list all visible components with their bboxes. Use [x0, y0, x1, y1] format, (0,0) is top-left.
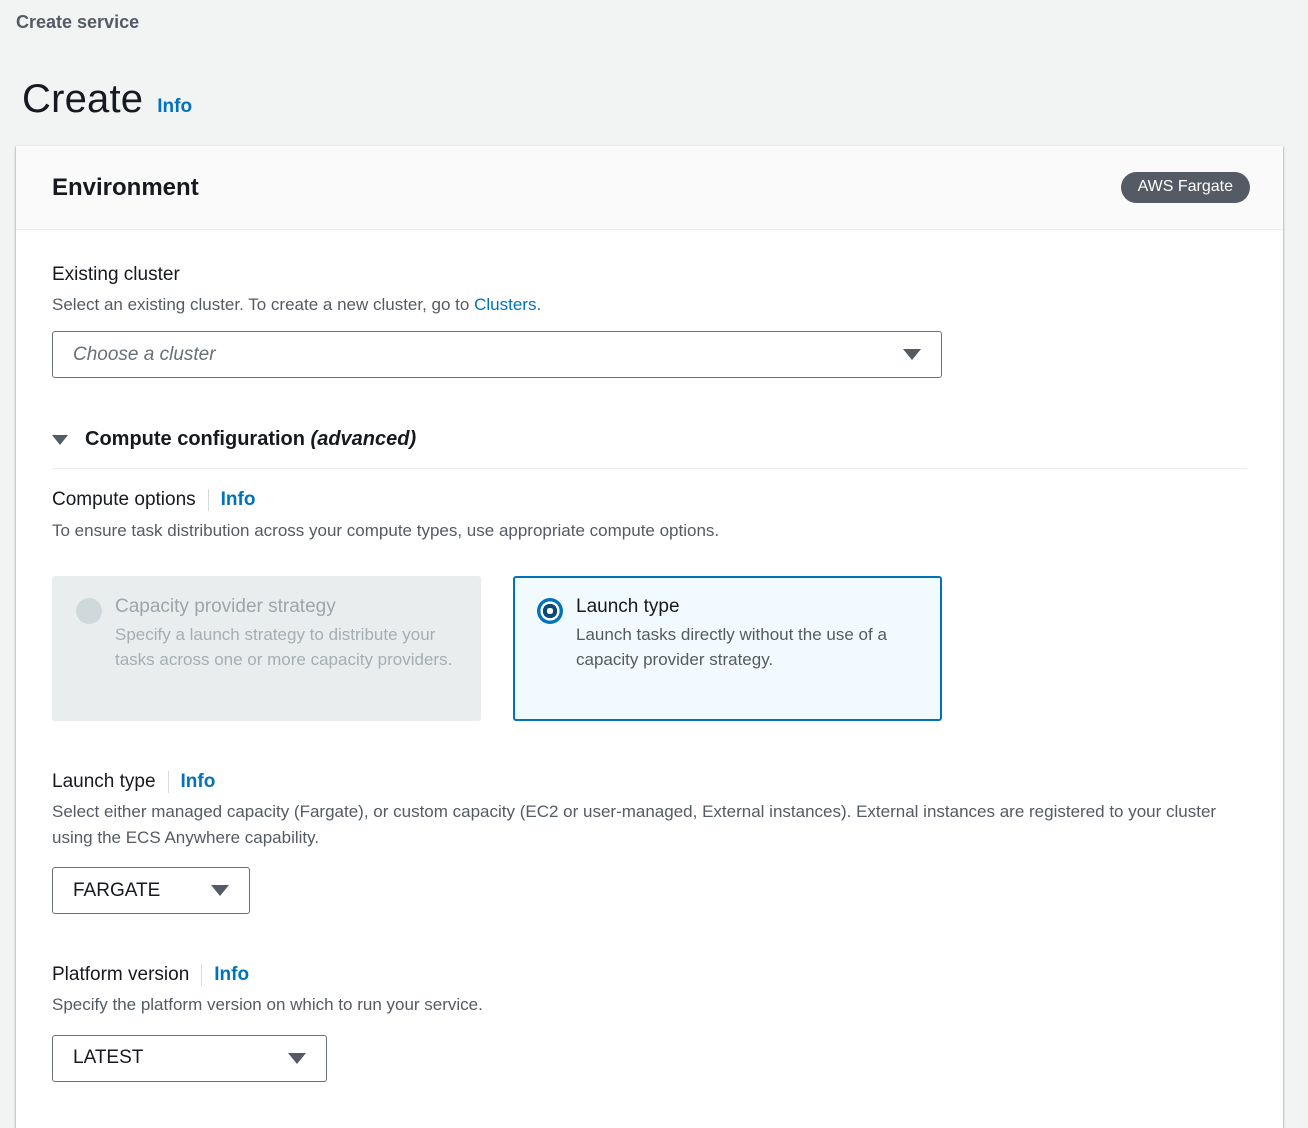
label-divider [168, 771, 169, 793]
chevron-down-icon [211, 885, 229, 896]
launch-type-info-link[interactable]: Info [181, 771, 216, 793]
compute-configuration-section: Compute configuration (advanced) Compute… [52, 428, 1247, 1081]
compute-options-description: To ensure task distribution across your … [52, 518, 1247, 544]
launch-type-label: Launch type [52, 771, 156, 793]
page-title: Create [22, 77, 143, 122]
existing-cluster-description-period: . [536, 295, 541, 314]
launch-type-label-row: Launch type Info [52, 771, 1247, 793]
compute-options-tiles: Capacity provider strategy Specify a lau… [52, 576, 1247, 721]
launch-type-select[interactable]: FARGATE [52, 867, 250, 914]
disclosure-triangle-icon [52, 435, 68, 445]
environment-panel-body: Existing cluster Select an existing clus… [16, 230, 1283, 1128]
compute-configuration-toggle[interactable]: Compute configuration (advanced) [52, 428, 1247, 451]
environment-heading: Environment [52, 174, 199, 202]
environment-panel: Environment AWS Fargate Existing cluster… [16, 146, 1283, 1128]
radio-unselected-icon [76, 598, 102, 624]
launch-type-description: Select either managed capacity (Fargate)… [52, 799, 1247, 852]
breadcrumb: Create service [16, 12, 1308, 33]
tile-title: Capacity provider strategy [115, 596, 457, 618]
tile-title: Launch type [576, 596, 918, 618]
compute-configuration-title: Compute configuration [85, 428, 305, 450]
launch-type-field: Launch type Info Select either managed c… [52, 771, 1247, 915]
existing-cluster-select-placeholder: Choose a cluster [73, 344, 216, 366]
page-title-info-link[interactable]: Info [157, 96, 192, 118]
environment-panel-header: Environment AWS Fargate [16, 146, 1283, 230]
compute-options-info-link[interactable]: Info [221, 489, 256, 511]
chevron-down-icon [288, 1053, 306, 1064]
existing-cluster-description: Select an existing cluster. To create a … [52, 292, 1247, 318]
compute-configuration-title-advanced: (advanced) [311, 428, 417, 450]
platform-version-select-value: LATEST [73, 1047, 143, 1069]
existing-cluster-label: Existing cluster [52, 264, 1247, 286]
compute-options-label: Compute options [52, 489, 196, 511]
compute-options-label-row: Compute options Info [52, 489, 1247, 511]
platform-version-description: Specify the platform version on which to… [52, 992, 1247, 1018]
platform-version-field: Platform version Info Specify the platfo… [52, 964, 1247, 1081]
tile-description: Launch tasks directly without the use of… [576, 622, 918, 673]
chevron-down-icon [903, 349, 921, 360]
platform-version-info-link[interactable]: Info [214, 964, 249, 986]
tile-description: Specify a launch strategy to distribute … [115, 622, 457, 673]
launch-type-select-value: FARGATE [73, 880, 160, 902]
platform-version-select[interactable]: LATEST [52, 1035, 327, 1082]
tile-launch-type[interactable]: Launch type Launch tasks directly withou… [513, 576, 942, 721]
existing-cluster-select[interactable]: Choose a cluster [52, 331, 942, 378]
radio-selected-icon [537, 598, 563, 624]
platform-version-label: Platform version [52, 964, 189, 986]
clusters-link[interactable]: Clusters [474, 295, 536, 314]
existing-cluster-field: Existing cluster Select an existing clus… [52, 264, 1247, 378]
aws-fargate-badge: AWS Fargate [1121, 172, 1250, 203]
section-divider [52, 468, 1247, 469]
create-service-page: Create service Create Info Environment A… [0, 0, 1308, 1128]
page-title-row: Create Info [22, 77, 1308, 122]
tile-capacity-provider-strategy: Capacity provider strategy Specify a lau… [52, 576, 481, 721]
label-divider [201, 964, 202, 986]
label-divider [208, 489, 209, 511]
platform-version-label-row: Platform version Info [52, 964, 1247, 986]
existing-cluster-description-text: Select an existing cluster. To create a … [52, 295, 474, 314]
